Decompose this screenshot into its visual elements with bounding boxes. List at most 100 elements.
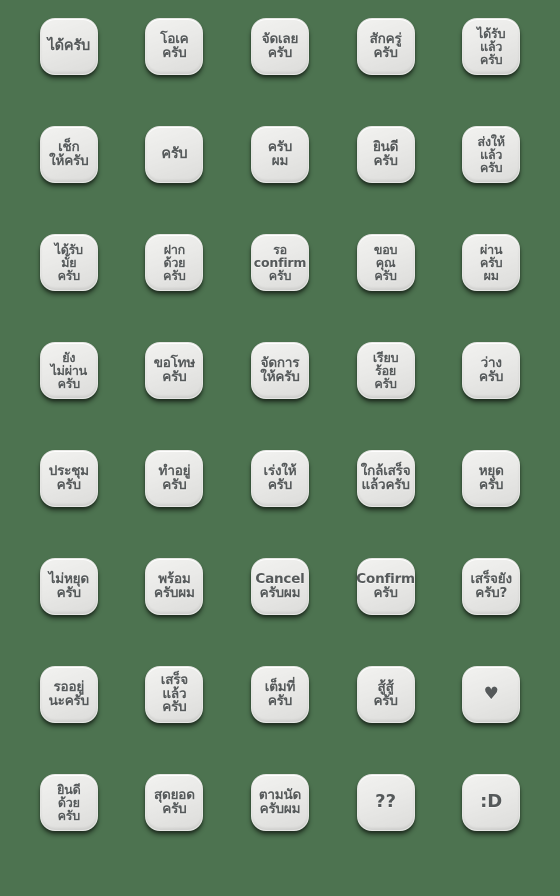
sticker-label: Confirm ครับ <box>356 570 415 601</box>
sticker-cell: ได้รับ มั้ย ครับ <box>16 234 122 342</box>
sticker-label: ตามนัด ครับผม <box>258 786 302 817</box>
sticker-cell: เร่งให้ ครับ <box>227 450 333 558</box>
sticker-cell: สักครู่ ครับ <box>333 18 439 126</box>
sticker-label: ครับ ผม <box>267 138 293 169</box>
sticker-label: จัดการ ให้ครับ <box>260 354 300 385</box>
sticker-tile-s11[interactable]: ได้รับ มั้ย ครับ <box>39 234 98 291</box>
sticker-tile-s39[interactable]: ?? <box>356 774 415 831</box>
sticker-tile-s26[interactable]: ไม่หยุด ครับ <box>39 558 98 615</box>
sticker-tile-s22[interactable]: ทำอยู่ ครับ <box>145 450 204 507</box>
sticker-label: ประชุม ครับ <box>48 462 89 493</box>
sticker-cell: ขอบ คุณ ครับ <box>333 234 439 342</box>
sticker-tile-s31[interactable]: รออยู่ นะครับ <box>39 666 98 723</box>
sticker-label: ใกล้เสร็จ แล้วครับ <box>360 462 411 493</box>
sticker-tile-s21[interactable]: ประชุม ครับ <box>39 450 98 507</box>
sticker-cell: รอ confirm ครับ <box>227 234 333 342</box>
sticker-tile-s40[interactable]: :D <box>462 774 521 831</box>
sticker-cell: ส่งให้ แล้ว ครับ <box>438 126 544 234</box>
sticker-label: ยินดี ครับ <box>372 138 399 169</box>
sticker-cell: จัดการ ให้ครับ <box>227 342 333 450</box>
sticker-tile-s01[interactable]: ได้ครับ <box>39 18 98 75</box>
sticker-cell: ขอโทษ ครับ <box>122 342 228 450</box>
sticker-tile-s37[interactable]: สุดยอด ครับ <box>145 774 204 831</box>
sticker-tile-s32[interactable]: เสร็จแล้ว ครับ <box>145 666 204 723</box>
sticker-label: โอเค ครับ <box>160 30 189 61</box>
sticker-cell: ว่าง ครับ <box>438 342 544 450</box>
sticker-tile-s23[interactable]: เร่งให้ ครับ <box>250 450 309 507</box>
sticker-cell: โอเค ครับ <box>122 18 228 126</box>
sticker-cell: จัดเลย ครับ <box>227 18 333 126</box>
sticker-label: ขอโทษ ครับ <box>153 354 196 385</box>
sticker-tile-s25[interactable]: หยุด ครับ <box>462 450 521 507</box>
sticker-label: เช็ก ให้ครับ <box>49 138 89 169</box>
sticker-tile-s06[interactable]: เช็ก ให้ครับ <box>39 126 98 183</box>
sticker-tile-s27[interactable]: พร้อม ครับผม <box>145 558 204 615</box>
sticker-label: ยัง ไม่ผ่าน ครับ <box>50 349 88 392</box>
sticker-cell: ได้ครับ <box>16 18 122 126</box>
sticker-label: ส่งให้ แล้ว ครับ <box>477 133 505 176</box>
sticker-tile-s33[interactable]: เต็มที่ ครับ <box>250 666 309 723</box>
sticker-cell: :D <box>438 774 544 882</box>
sticker-tile-s30[interactable]: เสร็จยัง ครับ? <box>462 558 521 615</box>
sticker-tile-s02[interactable]: โอเค ครับ <box>145 18 204 75</box>
sticker-tile-s29[interactable]: Confirm ครับ <box>356 558 415 615</box>
sticker-tile-s03[interactable]: จัดเลย ครับ <box>250 18 309 75</box>
sticker-label: พร้อม ครับผม <box>154 570 195 601</box>
sticker-tile-s09[interactable]: ยินดี ครับ <box>356 126 415 183</box>
sticker-tile-s16[interactable]: ยัง ไม่ผ่าน ครับ <box>39 342 98 399</box>
sticker-tile-s13[interactable]: รอ confirm ครับ <box>250 234 309 291</box>
sticker-label: ได้รับ มั้ย ครับ <box>54 241 83 284</box>
sticker-cell: ยินดี ครับ <box>333 126 439 234</box>
sticker-tile-s08[interactable]: ครับ ผม <box>250 126 309 183</box>
sticker-label: ?? <box>375 791 397 813</box>
sticker-label: จัดเลย ครับ <box>261 30 299 61</box>
sticker-label: :D <box>480 791 503 813</box>
sticker-tile-s36[interactable]: ยินดี ด้วย ครับ <box>39 774 98 831</box>
sticker-label: เต็มที่ ครับ <box>264 678 296 709</box>
sticker-cell: ผ่าน ครับ ผม <box>438 234 544 342</box>
sticker-label: ยินดี ด้วย ครับ <box>57 781 81 824</box>
sticker-label: หยุด ครับ <box>478 462 504 493</box>
sticker-label: ผ่าน ครับ ผม <box>479 241 503 284</box>
sticker-tile-s12[interactable]: ฝาก ด้วย ครับ <box>145 234 204 291</box>
sticker-cell: ครับ ผม <box>227 126 333 234</box>
sticker-cell: ?? <box>333 774 439 882</box>
sticker-tile-s18[interactable]: จัดการ ให้ครับ <box>250 342 309 399</box>
sticker-tile-s19[interactable]: เรียบ ร้อย ครับ <box>356 342 415 399</box>
sticker-cell: ยัง ไม่ผ่าน ครับ <box>16 342 122 450</box>
sticker-label: ขอบ คุณ ครับ <box>373 241 398 284</box>
sticker-tile-s14[interactable]: ขอบ คุณ ครับ <box>356 234 415 291</box>
sticker-label: เสร็จยัง ครับ? <box>470 570 513 601</box>
sticker-tile-s28[interactable]: Cancel ครับผม <box>250 558 309 615</box>
sticker-label: เสร็จแล้ว ครับ <box>160 671 188 716</box>
sticker-cell: เสร็จยัง ครับ? <box>438 558 544 666</box>
sticker-label: ไม่หยุด ครับ <box>48 570 89 601</box>
sticker-cell: ประชุม ครับ <box>16 450 122 558</box>
sticker-tile-s05[interactable]: ได้รับ แล้ว ครับ <box>462 18 521 75</box>
sticker-tile-s35[interactable]: ♥ <box>462 666 521 723</box>
sticker-sheet-grid: ได้ครับ โอเค ครับ จัดเลย ครับ สักครู่ ครับไ… <box>0 0 560 896</box>
sticker-tile-s38[interactable]: ตามนัด ครับผม <box>250 774 309 831</box>
sticker-label: สักครู่ ครับ <box>369 30 402 61</box>
sticker-cell: ♥ <box>438 666 544 774</box>
sticker-cell: เสร็จแล้ว ครับ <box>122 666 228 774</box>
sticker-label: เร่งให้ ครับ <box>263 462 297 493</box>
sticker-cell: Confirm ครับ <box>333 558 439 666</box>
sticker-tile-s20[interactable]: ว่าง ครับ <box>462 342 521 399</box>
sticker-tile-s07[interactable]: ครับ <box>145 126 204 183</box>
sticker-label: เรียบ ร้อย ครับ <box>372 349 399 392</box>
sticker-label: ได้ครับ <box>47 38 91 55</box>
sticker-cell: ได้รับ แล้ว ครับ <box>438 18 544 126</box>
sticker-label: ได้รับ แล้ว ครับ <box>477 25 506 68</box>
sticker-tile-s34[interactable]: สู้สู้ ครับ <box>356 666 415 723</box>
sticker-tile-s17[interactable]: ขอโทษ ครับ <box>145 342 204 399</box>
sticker-cell: เต็มที่ ครับ <box>227 666 333 774</box>
sticker-label: ครับ <box>161 146 188 163</box>
sticker-tile-s04[interactable]: สักครู่ ครับ <box>356 18 415 75</box>
sticker-tile-s10[interactable]: ส่งให้ แล้ว ครับ <box>462 126 521 183</box>
sticker-label: รอ confirm ครับ <box>253 241 307 284</box>
sticker-cell: ทำอยู่ ครับ <box>122 450 228 558</box>
sticker-cell: ฝาก ด้วย ครับ <box>122 234 228 342</box>
sticker-tile-s24[interactable]: ใกล้เสร็จ แล้วครับ <box>356 450 415 507</box>
sticker-tile-s15[interactable]: ผ่าน ครับ ผม <box>462 234 521 291</box>
